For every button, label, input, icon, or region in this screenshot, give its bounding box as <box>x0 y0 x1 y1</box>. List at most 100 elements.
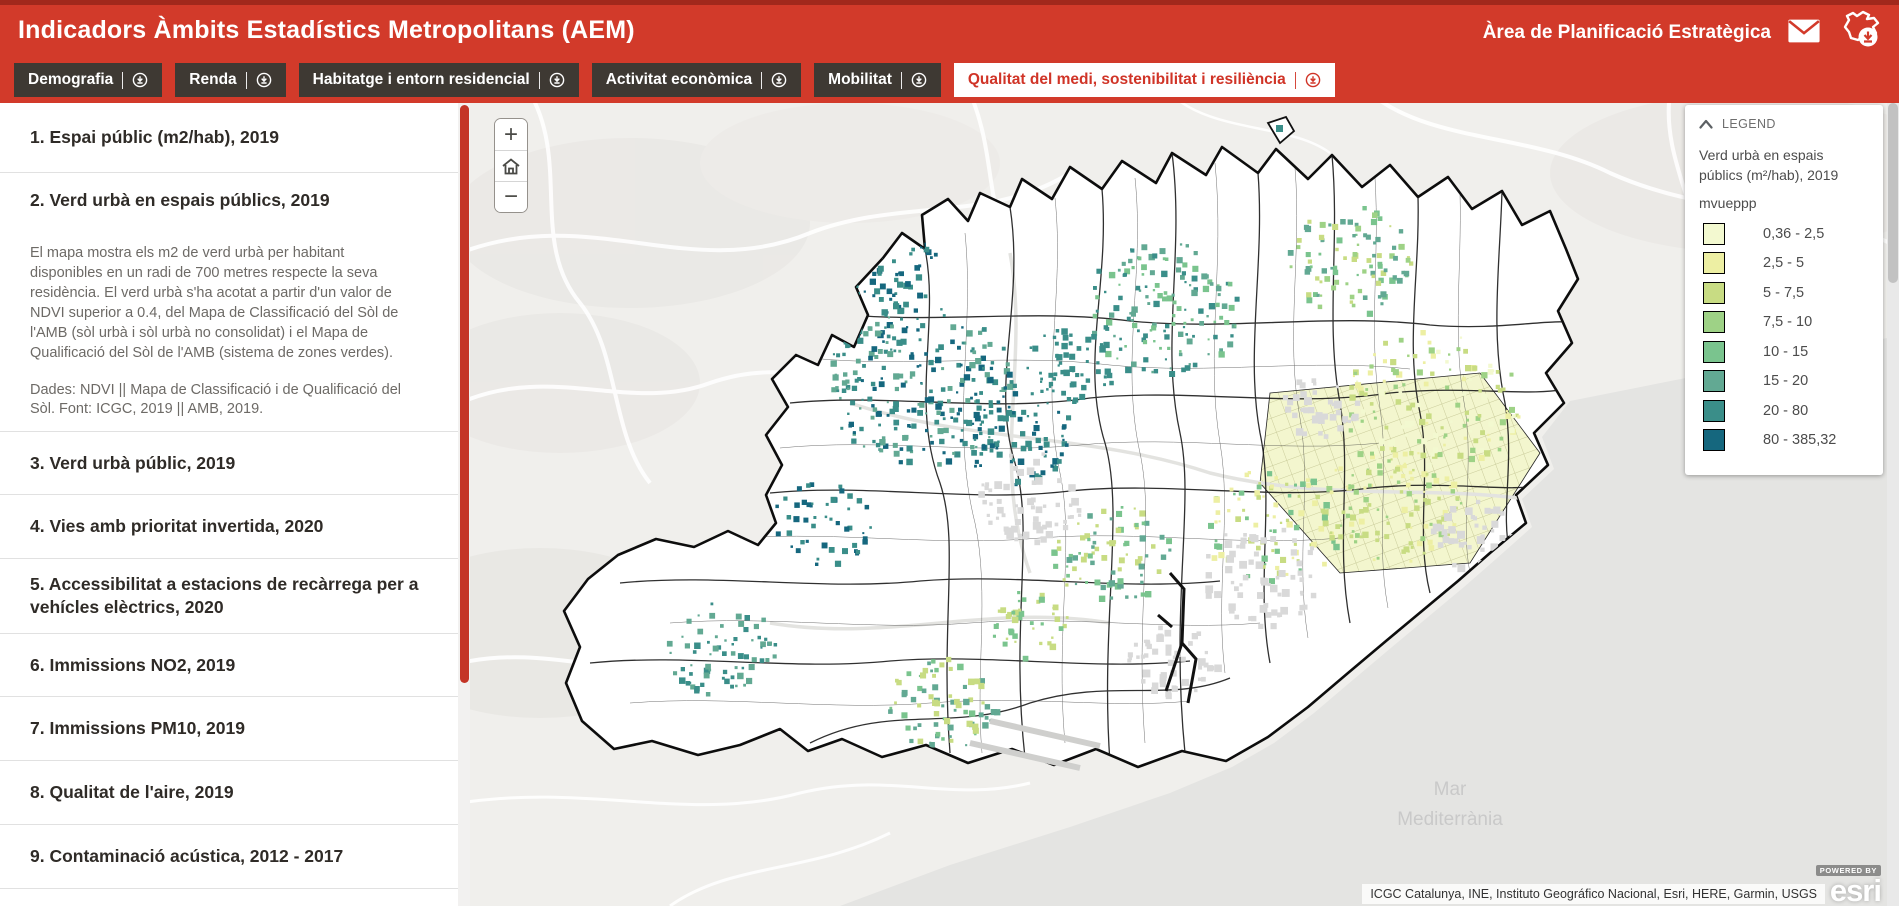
indicator-title: 3. Verd urbà públic, 2019 <box>30 452 420 475</box>
home-button[interactable] <box>495 150 527 181</box>
mail-icon <box>1787 18 1821 47</box>
page-scrollbar-track[interactable] <box>1887 103 1899 906</box>
indicator-title: 8. Qualitat de l'aire, 2019 <box>30 781 420 804</box>
legend-layer-title: Verd urbà en espais públics (m²/hab), 20… <box>1699 146 1869 185</box>
nav-label: Habitatge i entorn residencial <box>313 71 530 89</box>
indicator-item-2-expanded[interactable]: 2. Verd urbà en espais públics, 2019 El … <box>0 173 470 432</box>
indicator-title: 5. Accessibilitat a estacions de recàrre… <box>30 573 420 619</box>
legend-class-label: 15 - 20 <box>1763 373 1808 389</box>
esri-wordmark: esri <box>1830 876 1881 906</box>
basemap-svg <box>470 103 1887 906</box>
nav-habitatge[interactable]: Habitatge i entorn residencial <box>299 63 579 97</box>
legend-swatch <box>1703 311 1725 333</box>
circle-down-arrow-icon <box>132 72 148 88</box>
legend-class-label: 7,5 - 10 <box>1763 314 1812 330</box>
legend-class-label: 10 - 15 <box>1763 344 1808 360</box>
indicator-item-1[interactable]: 1. Espai públic (m2/hab), 2019 <box>0 103 470 173</box>
nav-separator <box>246 72 247 89</box>
indicator-item-10[interactable]: 10. Habitatges afectats per risc d'inund… <box>0 889 470 906</box>
legend-header-label: LEGEND <box>1722 117 1776 131</box>
indicator-item-7[interactable]: 7. Immissions PM10, 2019 <box>0 697 470 761</box>
app-root: Indicadors Àmbits Estadístics Metropolit… <box>0 0 1899 906</box>
legend-class-row: 2,5 - 5 <box>1703 249 1869 279</box>
legend-class-row: 15 - 20 <box>1703 367 1869 397</box>
esri-logo: POWERED BY esri <box>1816 865 1881 906</box>
legend-swatch <box>1703 429 1725 451</box>
nav-demografia[interactable]: Demografia <box>14 63 162 97</box>
legend-class-row: 7,5 - 10 <box>1703 308 1869 338</box>
indicator-data-source: Dades: NDVI || Mapa de Classificació i d… <box>30 381 420 419</box>
legend-class-label: 5 - 7,5 <box>1763 285 1804 301</box>
legend-class-label: 20 - 80 <box>1763 403 1808 419</box>
indicator-item-5[interactable]: 5. Accessibilitat a estacions de recàrre… <box>0 559 470 634</box>
header-bar: Indicadors Àmbits Estadístics Metropolit… <box>0 0 1899 103</box>
legend-header[interactable]: LEGEND <box>1699 117 1869 131</box>
map-canvas[interactable]: Mar Mediterrània + − LEGEND Verd urbà e <box>470 103 1887 906</box>
legend-field-name: mvueppp <box>1699 195 1869 211</box>
legend-panel: LEGEND Verd urbà en espais públics (m²/h… <box>1685 105 1883 475</box>
legend-class-label: 80 - 385,32 <box>1763 432 1836 448</box>
indicator-description: El mapa mostra els m2 de verd urbà per h… <box>30 243 420 363</box>
nav-separator <box>1295 72 1296 89</box>
mail-button[interactable] <box>1787 18 1821 47</box>
indicator-sidebar: 1. Espai públic (m2/hab), 2019 2. Verd u… <box>0 103 470 906</box>
nav-separator <box>122 72 123 89</box>
nav-label: Mobilitat <box>828 71 892 89</box>
nav-mobilitat[interactable]: Mobilitat <box>814 63 941 97</box>
nav-label: Activitat econòmica <box>606 71 752 89</box>
nav-separator <box>539 72 540 89</box>
nav-qualitat-medi[interactable]: Qualitat del medi, sostenibilitat i resi… <box>954 63 1335 97</box>
legend-swatch <box>1703 370 1725 392</box>
legend-class-row: 0,36 - 2,5 <box>1703 219 1869 249</box>
home-icon <box>501 157 521 176</box>
circle-down-arrow-icon <box>1305 72 1321 88</box>
nav-label: Renda <box>189 71 236 89</box>
nav-label: Qualitat del medi, sostenibilitat i resi… <box>968 71 1286 89</box>
indicator-title: 4. Vies amb prioritat invertida, 2020 <box>30 515 420 538</box>
indicator-item-6[interactable]: 6. Immissions NO2, 2019 <box>0 634 470 698</box>
circle-down-arrow-icon <box>256 72 272 88</box>
indicator-title: 9. Contaminació acústica, 2012 - 2017 <box>30 845 420 868</box>
legend-swatch <box>1703 341 1725 363</box>
indicator-list: 1. Espai públic (m2/hab), 2019 2. Verd u… <box>0 103 470 906</box>
map-zoom-controls: + − <box>494 118 528 213</box>
legend-swatch <box>1703 282 1725 304</box>
chevron-up-icon <box>1699 119 1713 129</box>
islet-polygon <box>1268 117 1294 143</box>
download-area-button[interactable] <box>1837 10 1883 55</box>
zoom-out-button[interactable]: − <box>495 181 527 212</box>
indicator-title: 6. Immissions NO2, 2019 <box>30 654 420 677</box>
map-attribution: ICGC Catalunya, INE, Instituto Geográfic… <box>1362 884 1825 904</box>
legend-class-row: 10 - 15 <box>1703 337 1869 367</box>
legend-class-row: 20 - 80 <box>1703 396 1869 426</box>
header-right-group: Àrea de Planificació Estratègica <box>1483 10 1883 55</box>
nav-activitat-economica[interactable]: Activitat econòmica <box>592 63 801 97</box>
nav-label: Demografia <box>28 71 113 89</box>
nav-renda[interactable]: Renda <box>175 63 285 97</box>
zoom-in-button[interactable]: + <box>495 119 527 150</box>
header-top-strip <box>0 0 1899 5</box>
organization-label: Àrea de Planificació Estratègica <box>1483 22 1771 44</box>
indicator-item-4[interactable]: 4. Vies amb prioritat invertida, 2020 <box>0 495 470 559</box>
minus-icon: − <box>504 183 518 211</box>
circle-down-arrow-icon <box>771 72 787 88</box>
legend-class-label: 2,5 - 5 <box>1763 255 1804 271</box>
app-title: Indicadors Àmbits Estadístics Metropolit… <box>18 16 635 45</box>
page-scrollbar-thumb[interactable] <box>1888 103 1898 283</box>
legend-swatch <box>1703 223 1725 245</box>
indicator-title: 7. Immissions PM10, 2019 <box>30 717 420 740</box>
circle-down-arrow-icon <box>549 72 565 88</box>
sidebar-scrollbar-thumb[interactable] <box>460 105 469 683</box>
plus-icon: + <box>504 121 518 149</box>
category-nav: Demografia Renda Habitatge i entorn resi… <box>14 63 1335 97</box>
indicator-item-3[interactable]: 3. Verd urbà públic, 2019 <box>0 432 470 496</box>
amb-territory-download-icon <box>1837 10 1883 55</box>
indicator-item-9[interactable]: 9. Contaminació acústica, 2012 - 2017 <box>0 825 470 889</box>
indicator-item-8[interactable]: 8. Qualitat de l'aire, 2019 <box>0 761 470 825</box>
legend-class-row: 80 - 385,32 <box>1703 426 1869 456</box>
sidebar-scrollbar-track[interactable] <box>458 103 470 906</box>
legend-swatch <box>1703 400 1725 422</box>
circle-down-arrow-icon <box>911 72 927 88</box>
legend-class-label: 0,36 - 2,5 <box>1763 226 1824 242</box>
legend-swatch <box>1703 252 1725 274</box>
